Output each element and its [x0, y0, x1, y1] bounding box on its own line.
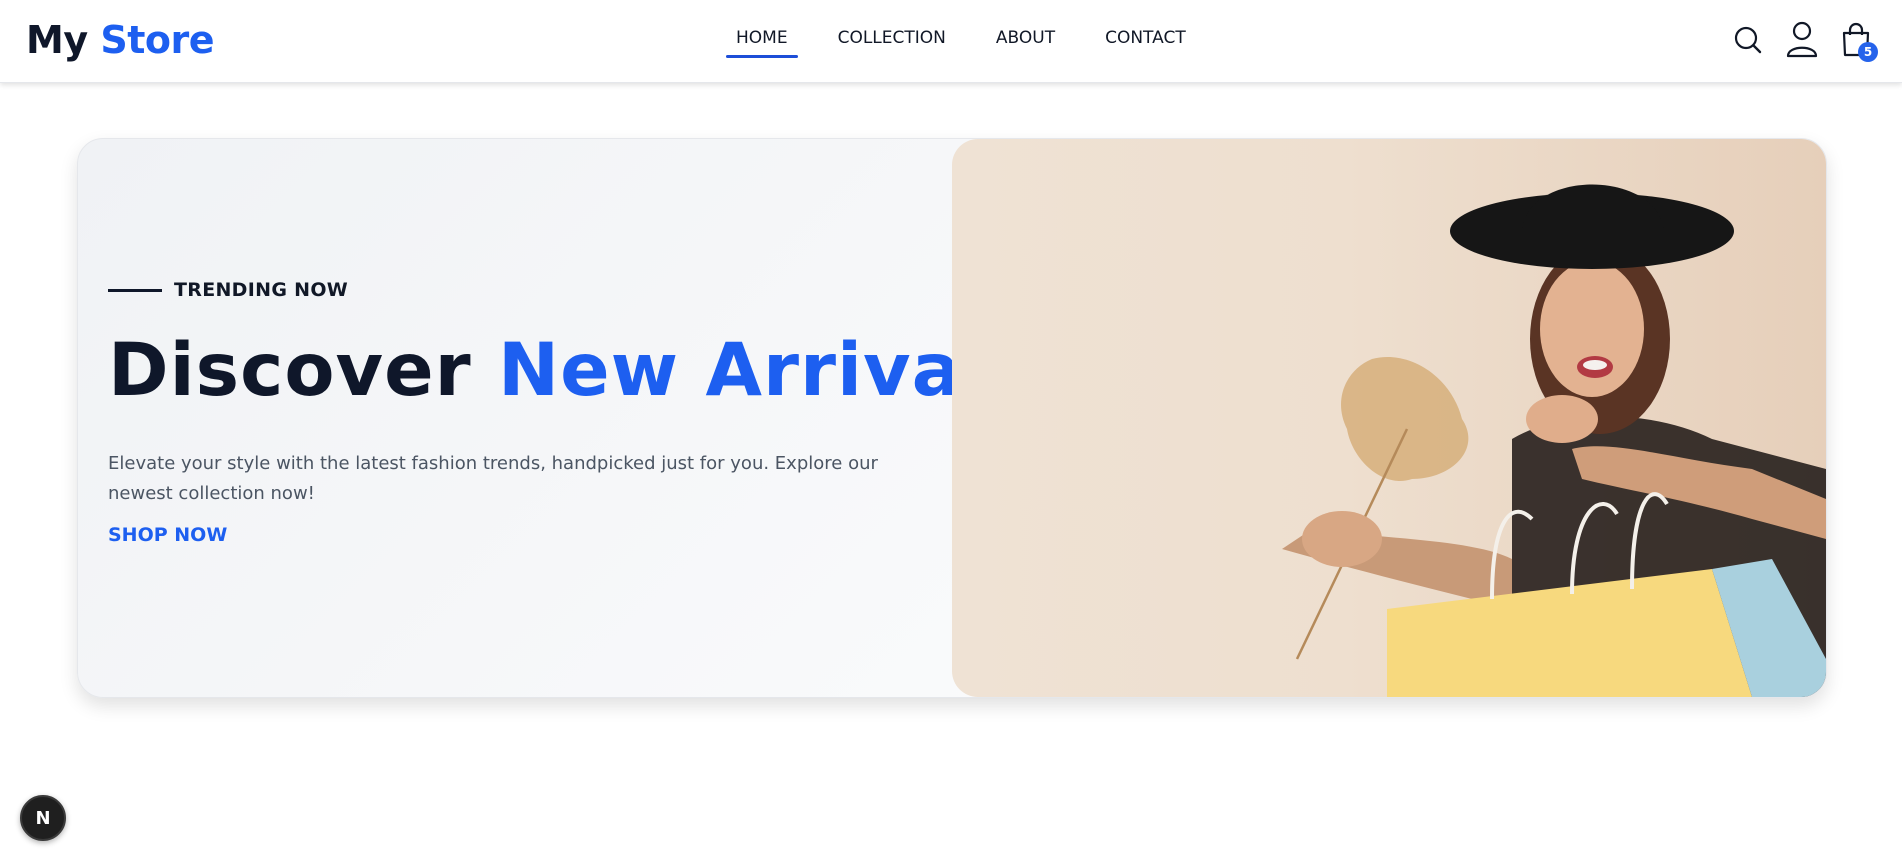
hero-description: Elevate your style with the latest fashi… [108, 453, 878, 504]
user-icon [1786, 21, 1818, 58]
dev-tools-badge[interactable]: N [20, 795, 66, 841]
logo-text-store: Store [100, 18, 214, 62]
hero-banner: TRENDING NOW Discover New Arrivals Eleva… [77, 138, 1827, 698]
hero-headline: Discover New Arrivals [108, 329, 1032, 413]
main-nav: HOME COLLECTION ABOUT CONTACT [726, 22, 1226, 58]
site-header: My Store HOME COLLECTION ABOUT CONTACT 5 [0, 0, 1902, 83]
hero-image [952, 139, 1826, 697]
dev-badge-letter: N [35, 807, 51, 829]
cart-count-badge: 5 [1858, 42, 1878, 62]
account-button[interactable] [1782, 18, 1822, 62]
nav-about[interactable]: ABOUT [986, 22, 1065, 58]
nav-contact[interactable]: CONTACT [1095, 22, 1196, 58]
store-logo[interactable]: My Store [26, 16, 214, 64]
hero-tag: TRENDING NOW [108, 279, 348, 301]
cart-button[interactable]: 5 [1836, 18, 1878, 62]
header-actions: 5 [1714, 18, 1878, 62]
hero-text-panel: TRENDING NOW Discover New Arrivals Eleva… [78, 139, 1031, 697]
headline-part-1: Discover [108, 328, 472, 413]
hero-illustration [1282, 184, 1826, 697]
logo-text-my: My [26, 18, 88, 62]
tag-divider [108, 288, 162, 292]
search-button[interactable] [1728, 18, 1768, 62]
shop-now-link[interactable]: SHOP NOW [108, 524, 227, 546]
hero-tag-label: TRENDING NOW [174, 279, 349, 301]
search-icon [1734, 26, 1762, 54]
nav-collection[interactable]: COLLECTION [828, 22, 956, 58]
nav-home[interactable]: HOME [726, 22, 798, 58]
